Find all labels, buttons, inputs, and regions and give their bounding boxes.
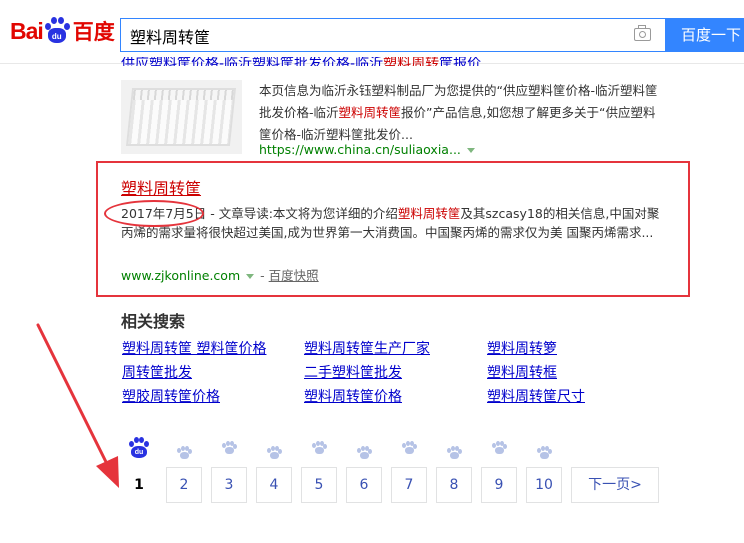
result-title-link[interactable]: 塑料周转筐	[121, 175, 201, 199]
related-link[interactable]: 塑胶周转筐价格	[122, 386, 220, 406]
baidu-logo[interactable]: Bai du 百度	[10, 14, 115, 48]
logo-latin: Bai	[10, 17, 44, 44]
related-link[interactable]: 塑料周转筐尺寸	[487, 386, 585, 406]
prev-result-url[interactable]: https://www.china.cn/suliaoxia...	[259, 142, 475, 157]
page-link[interactable]: 2	[166, 467, 202, 503]
basket-image	[125, 88, 237, 146]
logo-chinese: 百度	[72, 20, 115, 44]
current-page-paw-icon: du	[128, 437, 150, 459]
prev-title-highlight: 塑料周转	[383, 57, 440, 66]
page-current: 1	[134, 477, 144, 493]
prev-result-abstract: 本页信息为临沂永钰塑料制品厂为您提供的“供应塑料筐价格-临沂塑料筐批发价格-临沂…	[259, 83, 658, 142]
paw-logo-text: du	[47, 28, 66, 43]
page-link[interactable]: 7	[391, 467, 427, 503]
page-paw-icon	[447, 446, 462, 460]
next-page-button[interactable]: 下一页>	[571, 467, 659, 503]
search-box	[120, 18, 666, 53]
search-input[interactable]	[121, 19, 632, 53]
page-paw-icon	[492, 441, 507, 455]
related-link[interactable]: 塑料周转筐价格	[304, 386, 402, 406]
snapshot-link[interactable]: 百度快照	[269, 268, 319, 283]
related-link[interactable]: 塑料周转筐 塑料筐价格	[122, 338, 266, 358]
dropdown-arrow-icon[interactable]	[466, 148, 475, 153]
result-url[interactable]: www.zjkonline.com - 百度快照	[121, 265, 319, 284]
page-paw-icon	[177, 446, 192, 460]
related-link[interactable]: 二手塑料筐批发	[304, 362, 402, 382]
dropdown-arrow-icon[interactable]	[246, 274, 255, 279]
related-search-title: 相关搜索	[121, 312, 186, 331]
header: Bai du 百度 百度一下	[0, 0, 744, 64]
page-link[interactable]: 5	[301, 467, 337, 503]
page-link[interactable]: 8	[436, 467, 472, 503]
page-paw-icon	[267, 446, 282, 460]
page-paw-icon	[312, 441, 327, 455]
page-link[interactable]: 9	[481, 467, 517, 503]
prev-title-part: 供应塑料筐价格-临沂塑料筐批发价格-临沂	[121, 57, 384, 66]
paw-logo-icon: du	[44, 17, 70, 45]
related-link[interactable]: 塑料周转框	[487, 362, 557, 382]
page-paw-icon	[357, 446, 372, 460]
page-link[interactable]: 10	[526, 467, 562, 503]
page-paw-icon	[222, 441, 237, 455]
page-link[interactable]: 6	[346, 467, 382, 503]
related-link[interactable]: 塑料周转箩	[487, 338, 557, 358]
related-link[interactable]: 周转筐批发	[122, 362, 192, 382]
page-paw-icon	[537, 446, 552, 460]
prev-result-thumbnail[interactable]	[121, 80, 242, 154]
search-button[interactable]: 百度一下	[666, 18, 744, 52]
page-paw-icon	[402, 441, 417, 455]
prev-title-part: 筐报价	[439, 57, 482, 66]
prev-result-title[interactable]: 供应塑料筐价格-临沂塑料筐批发价格-临沂塑料周转筐报价	[121, 57, 481, 66]
page-link[interactable]: 4	[256, 467, 292, 503]
camera-icon[interactable]	[634, 25, 651, 41]
date-annotation-circle	[104, 200, 204, 227]
page-link[interactable]: 3	[211, 467, 247, 503]
related-link[interactable]: 塑料周转筐生产厂家	[304, 338, 430, 358]
